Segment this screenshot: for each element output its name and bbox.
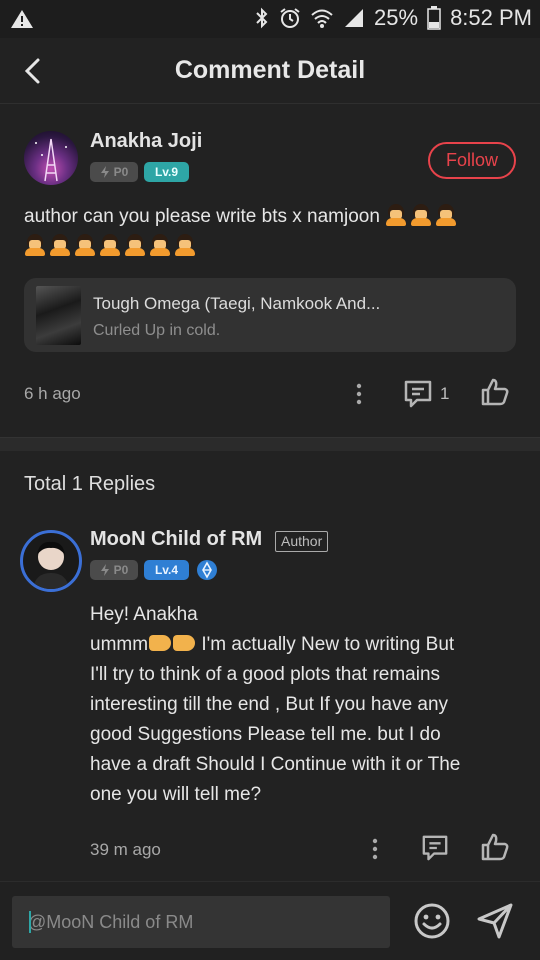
reply-count: 1 bbox=[440, 384, 450, 403]
reply-line: one you will tell me? bbox=[90, 784, 262, 805]
header-bar: Comment Detail bbox=[0, 38, 540, 104]
eiffel-tower-icon bbox=[35, 138, 67, 182]
person-bowing-emoji bbox=[149, 234, 171, 256]
level-badge: Lv.9 bbox=[144, 162, 189, 182]
person-bowing-emoji bbox=[385, 204, 407, 226]
avatar[interactable] bbox=[20, 530, 82, 592]
reply-icon[interactable] bbox=[421, 834, 449, 862]
power-badge: P0 bbox=[90, 560, 138, 580]
level-badge: Lv.4 bbox=[144, 560, 189, 580]
person-bowing-emoji bbox=[435, 204, 457, 226]
writer-badge-icon bbox=[197, 560, 217, 580]
person-bowing-emoji bbox=[74, 234, 96, 256]
book-cover bbox=[36, 286, 81, 345]
person-bowing-emoji bbox=[49, 234, 71, 256]
wifi-icon bbox=[311, 9, 333, 28]
power-badge-label: P0 bbox=[113, 563, 129, 577]
signal-icon bbox=[345, 9, 364, 27]
person-bowing-emoji bbox=[174, 234, 196, 256]
comment-timestamp: 6 h ago bbox=[24, 384, 81, 403]
pointing-left-emoji bbox=[173, 635, 196, 651]
book-subtitle: Curled Up in cold. bbox=[93, 322, 221, 339]
warning-icon bbox=[11, 10, 33, 28]
reply-line: good Suggestions Please tell me. but I d… bbox=[90, 724, 441, 745]
book-title: Tough Omega (Taegi, Namkook And... bbox=[93, 294, 381, 313]
emoji-icon[interactable] bbox=[413, 902, 451, 940]
avatar[interactable] bbox=[24, 131, 78, 185]
author-tag: Author bbox=[275, 531, 329, 552]
comment-author-name[interactable]: Anakha Joji bbox=[90, 130, 202, 153]
battery-icon bbox=[427, 6, 441, 30]
power-badge: P0 bbox=[90, 162, 138, 182]
status-bar: 25% 8:52 PM bbox=[0, 0, 540, 38]
reply-line-end: I'm actually New to writing But bbox=[196, 634, 455, 655]
send-icon[interactable] bbox=[476, 902, 514, 940]
reply-line: interesting till the end , But If you ha… bbox=[90, 694, 449, 715]
reply-author-name[interactable]: MooN Child of RM bbox=[90, 528, 262, 551]
reply-icon[interactable] bbox=[403, 379, 433, 409]
text-cursor bbox=[29, 911, 31, 933]
reply-composer bbox=[0, 881, 540, 960]
person-bowing-emoji bbox=[24, 234, 46, 256]
battery-percent: 25% bbox=[374, 5, 419, 30]
more-options-icon[interactable] bbox=[352, 382, 366, 406]
reply-line: have a draft Should I Continue with it o… bbox=[90, 754, 461, 775]
like-icon[interactable] bbox=[480, 832, 510, 862]
like-icon[interactable] bbox=[480, 377, 510, 407]
comment-text: author can you please write bts x namjoo… bbox=[24, 202, 516, 262]
reply-line: ummm I'm actually New to writing But bbox=[90, 630, 510, 660]
person-bowing-emoji bbox=[99, 234, 121, 256]
bolt-icon bbox=[100, 564, 109, 576]
book-card[interactable]: Tough Omega (Taegi, Namkook And... Curle… bbox=[24, 278, 516, 352]
reply-line: Hey! Anakha bbox=[90, 604, 198, 625]
reply-timestamp: 39 m ago bbox=[90, 840, 161, 859]
more-options-icon[interactable] bbox=[368, 837, 382, 861]
author-avatar-image bbox=[33, 541, 69, 589]
comment-text-content: author can you please write bts x namjoo… bbox=[24, 206, 380, 227]
clock: 8:52 PM bbox=[450, 5, 532, 30]
reply-input[interactable] bbox=[12, 896, 390, 948]
power-badge-label: P0 bbox=[113, 165, 129, 179]
reply-line: I'll try to think of a good plots that r… bbox=[90, 664, 441, 685]
bolt-icon bbox=[100, 166, 109, 178]
section-divider bbox=[0, 437, 540, 451]
reply-text: Hey! Anakha ummm I'm actually New to wri… bbox=[90, 600, 510, 810]
bluetooth-icon bbox=[256, 7, 268, 29]
person-bowing-emoji bbox=[410, 204, 432, 226]
replies-header: Total 1 Replies bbox=[24, 473, 156, 495]
follow-button[interactable]: Follow bbox=[428, 142, 516, 179]
alarm-icon bbox=[280, 8, 300, 28]
pointing-right-emoji bbox=[149, 635, 172, 651]
page-title: Comment Detail bbox=[174, 56, 366, 84]
reply-line-start: ummm bbox=[90, 634, 149, 655]
person-bowing-emoji bbox=[124, 234, 146, 256]
